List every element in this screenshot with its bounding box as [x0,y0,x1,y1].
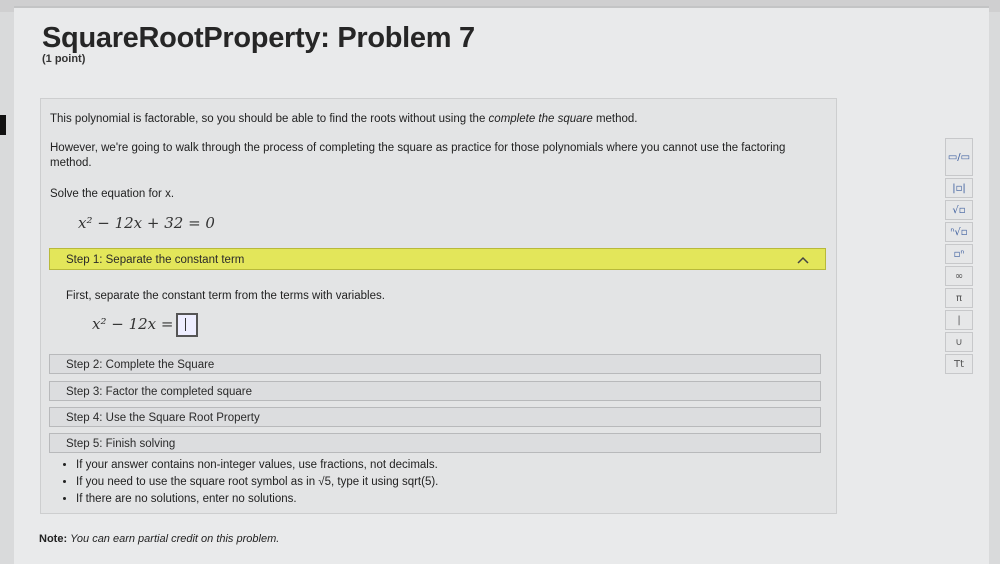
equation: x² − 12x + 32 = 0 [78,214,215,232]
intro-paragraph-1: This polynomial is factorable, so you sh… [50,112,638,126]
step-2-label: Step 2: Complete the Square [66,359,215,371]
exponent-icon[interactable]: ▫ⁿ [945,244,973,264]
points-label: (1 point) [42,53,86,65]
hints-list: If your answer contains non-integer valu… [56,457,438,508]
nth-root-icon[interactable]: ⁿ√▫ [945,222,973,242]
vertical-bar-icon[interactable]: | [945,310,973,330]
intro-paragraph-2-line-1: However, we're going to walk through the… [50,142,786,154]
partial-credit-note: Note: You can earn partial credit on thi… [39,533,279,545]
step-1-equation: x² − 12x = [92,313,199,337]
fraction-icon[interactable]: ▭/▭ [945,138,973,176]
step-4-header[interactable]: Step 4: Use the Square Root Property [49,407,821,427]
step-1-description: First, separate the constant term from t… [66,290,385,302]
infinity-icon[interactable]: ∞ [945,266,973,286]
step-1-answer-input[interactable] [176,313,199,337]
left-edge-marker [0,115,6,135]
square-root-icon[interactable]: √▫ [945,200,973,220]
text-format-icon[interactable]: Tt [945,354,973,374]
hint-item: If there are no solutions, enter no solu… [76,491,438,508]
instruction-text: Solve the equation for x. [50,188,175,200]
absolute-value-icon[interactable]: |▫| [945,178,973,198]
note-label: Note: [39,533,68,545]
pi-icon[interactable]: π [945,288,973,308]
hint-item: If your answer contains non-integer valu… [76,457,438,474]
step-4-label: Step 4: Use the Square Root Property [66,412,260,424]
page-title: SquareRootProperty: Problem 7 [42,22,475,54]
union-icon[interactable]: ∪ [945,332,973,352]
text-caret [185,318,187,331]
math-toolbar: ▭/▭ |▫| √▫ ⁿ√▫ ▫ⁿ ∞ π | ∪ Tt [945,138,975,376]
intro-text-emphasis: complete the square [488,113,593,125]
intro-paragraph-2-line-2: method. [50,157,92,169]
note-text: You can earn partial credit on this prob… [70,533,280,545]
chevron-up-icon[interactable] [797,249,809,271]
step-5-label: Step 5: Finish solving [66,438,176,450]
step-3-header[interactable]: Step 3: Factor the completed square [49,381,821,401]
hint-item: If you need to use the square root symbo… [76,474,438,491]
step-3-label: Step 3: Factor the completed square [66,386,253,398]
step-5-header[interactable]: Step 5: Finish solving [49,433,821,453]
intro-text-end: method. [592,113,638,125]
step-2-header[interactable]: Step 2: Complete the Square [49,354,821,374]
intro-text-plain: This polynomial is factorable, so you sh… [50,113,489,125]
step-1-lhs: x² − 12x = [92,315,174,333]
step-1-header[interactable]: Step 1: Separate the constant term [49,248,826,270]
step-1-label: Step 1: Separate the constant term [66,254,245,266]
